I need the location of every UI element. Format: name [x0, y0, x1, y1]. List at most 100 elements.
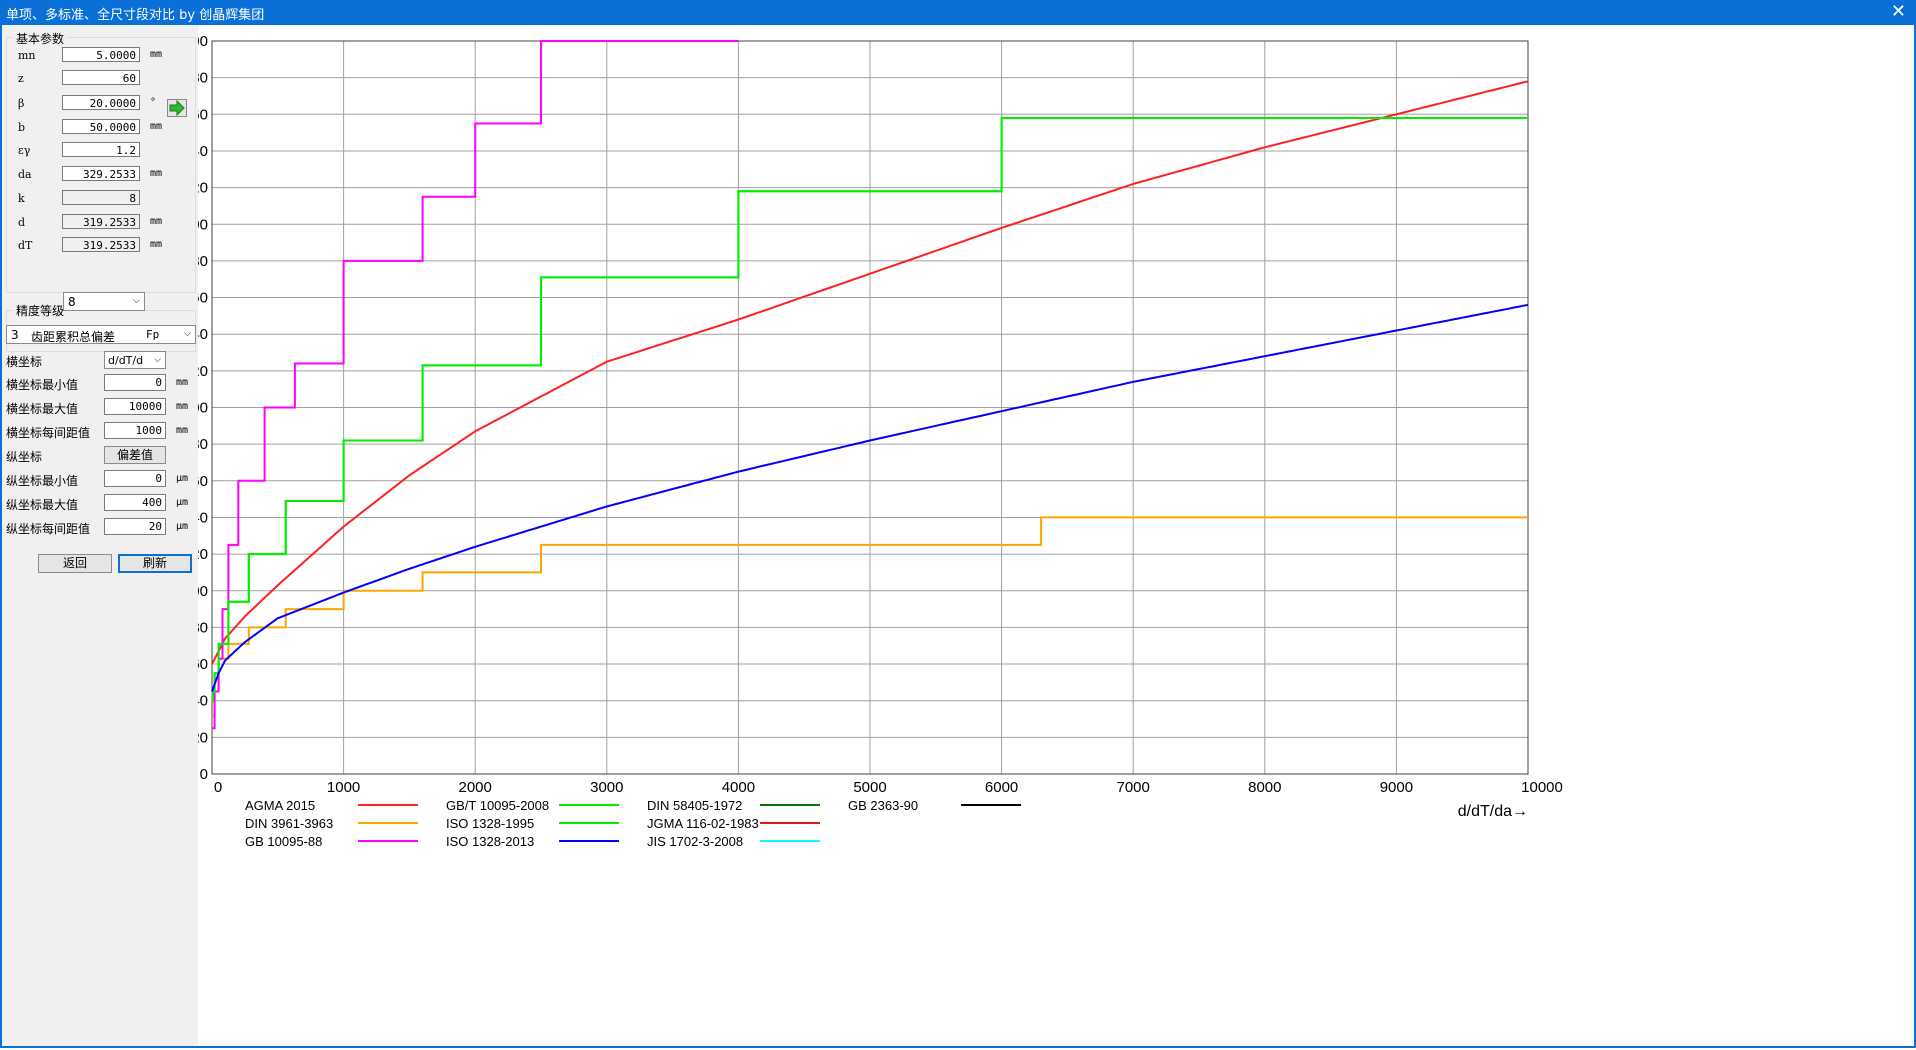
x-tick-label: 1000 — [327, 779, 360, 796]
item-select[interactable]: 3 齿距累积总偏差 Fp ⌵ — [6, 325, 196, 344]
y-tick-label: 280 — [198, 253, 208, 270]
y-tick-label: 60 — [198, 656, 208, 673]
item-number: 3 — [11, 328, 19, 342]
accuracy-title: 精度等级 — [14, 302, 67, 319]
x-step-unit: mm — [176, 425, 189, 436]
chevron-down-icon: ⌵ — [184, 329, 191, 339]
y-max-label: 纵坐标最大值 — [6, 498, 79, 512]
param-label: da — [18, 168, 32, 181]
y-tick-label: 20 — [198, 729, 208, 746]
param-value-field[interactable]: 60 — [62, 70, 140, 85]
param-row: β 20.0000 ° — [18, 95, 188, 113]
x-tick-label: 2000 — [459, 779, 492, 796]
x-tick-label: 7000 — [1117, 779, 1150, 796]
param-row: k8 — [18, 190, 188, 208]
param-value-field[interactable]: 329.2533 — [62, 166, 140, 181]
legend-label: ISO 1328-2013 — [446, 834, 534, 849]
arrow-right-icon — [169, 99, 185, 117]
param-value-field: 8 — [62, 190, 140, 205]
param-unit: mm — [150, 239, 163, 250]
x-tick-label: 10000 — [1521, 779, 1563, 796]
legend-label: GB 2363-90 — [848, 798, 918, 813]
param-unit: mm — [150, 49, 163, 60]
x-step-label: 横坐标每间距值 — [6, 426, 91, 440]
x-max-row: 横坐标最大值 10000 mm — [6, 398, 196, 418]
y-tick-label: 240 — [198, 326, 208, 343]
x-tick-label: 4000 — [722, 779, 755, 796]
param-label: mn — [18, 49, 36, 62]
accuracy-select[interactable]: 8 ⌵ — [63, 292, 145, 311]
apply-arrow-button[interactable] — [167, 99, 187, 117]
y-max-unit: μm — [176, 497, 189, 508]
y-step-row: 纵坐标每间距值 20 μm — [6, 518, 196, 538]
legend-label: GB 10095-88 — [245, 834, 322, 849]
accuracy-value: 8 — [68, 295, 76, 309]
param-unit: ° — [150, 97, 157, 108]
param-row: dT 319.2533 mm — [18, 237, 188, 255]
x-tick-label: 9000 — [1380, 779, 1413, 796]
param-row: da 329.2533 mm — [18, 166, 188, 184]
x-min-input[interactable]: 0 — [104, 374, 166, 391]
param-value-field: 319.2533 — [62, 214, 140, 229]
y-min-input[interactable]: 0 — [104, 470, 166, 487]
legend-label: JGMA 116-02-1983 — [647, 816, 759, 831]
y-max-input[interactable]: 400 — [104, 494, 166, 511]
chart-svg: 0 1000 2000 3000 4000 5000 6000 7000 8000 9000 100… — [167, 33, 1563, 849]
legend-label: JIS 1702-3-2008 — [647, 834, 743, 849]
y-tick-label: 180 — [198, 436, 208, 453]
y-tick-label: 400 — [198, 33, 208, 50]
x-tick-label: 3000 — [590, 779, 623, 796]
x-axis-select[interactable]: d/dT/d ⌵ — [104, 351, 166, 369]
param-value-field[interactable]: 5.0000 — [62, 47, 140, 62]
y-tick-label: 120 — [198, 546, 208, 563]
y-min-unit: μm — [176, 473, 189, 484]
param-unit: mm — [150, 168, 163, 179]
legend-label: DIN 3961-3963 — [245, 816, 333, 831]
basic-params-title: 基本参数 — [14, 30, 67, 47]
legend-label: GB/T 10095-2008 — [446, 798, 549, 813]
x-min-label: 横坐标最小值 — [6, 378, 79, 392]
y-tick-label: 360 — [198, 106, 208, 123]
y-step-label: 纵坐标每间距值 — [6, 522, 91, 536]
legend-label: DIN 58405-1972 — [647, 798, 742, 813]
x-axis-value: d/dT/d — [108, 354, 144, 367]
item-code: Fp — [146, 328, 160, 341]
y-tick-label: 340 — [198, 143, 208, 160]
param-label: z — [18, 72, 24, 85]
y-step-unit: μm — [176, 521, 189, 532]
param-row: mn 5.0000 mm — [18, 47, 188, 65]
y-tick-label: 40 — [198, 693, 208, 710]
param-row: εγ 1.2 — [18, 142, 188, 160]
y-tick-label: 100 — [198, 583, 208, 600]
y-tick-label: 140 — [198, 509, 208, 526]
y-tick-label: 380 — [198, 70, 208, 87]
param-value-field[interactable]: 50.0000 — [62, 119, 140, 134]
x-step-row: 横坐标每间距值 1000 mm — [6, 422, 196, 442]
param-value-field[interactable]: 1.2 — [62, 142, 140, 157]
title-bar: 单项、多标准、全尺寸段对比 by 创晶辉集团 ✕ — [0, 0, 1916, 25]
y-min-label: 纵坐标最小值 — [6, 474, 79, 488]
parameter-panel: 基本参数 mn 5.0000 mm z 60 β 20.0000 ° b 50.0000 mm εγ 1… — [2, 25, 198, 1046]
param-value-field: 319.2533 — [62, 237, 140, 252]
x-tick-label: 0 — [214, 779, 222, 796]
y-axis-row: 纵坐标 偏差值 — [6, 446, 196, 466]
x-axis-label: 横坐标 — [6, 355, 43, 369]
y-tick-label: 80 — [198, 619, 208, 636]
item-name: 齿距累积总偏差 — [31, 330, 116, 344]
x-max-input[interactable]: 10000 — [104, 398, 166, 415]
chevron-down-icon: ⌵ — [154, 355, 161, 365]
back-button[interactable]: 返回 — [38, 554, 112, 573]
y-tick-label: 200 — [198, 400, 208, 417]
y-step-input[interactable]: 20 — [104, 518, 166, 535]
x-tick-label: 5000 — [853, 779, 886, 796]
refresh-button[interactable]: 刷新 — [118, 554, 192, 573]
param-label: b — [18, 121, 26, 134]
y-axis-button[interactable]: 偏差值 — [104, 446, 166, 464]
x-tick-label: 8000 — [1248, 779, 1281, 796]
x-tick-label: 6000 — [985, 779, 1018, 796]
x-min-unit: mm — [176, 377, 189, 388]
close-icon[interactable]: ✕ — [1891, 1, 1906, 22]
param-unit: mm — [150, 121, 163, 132]
param-value-field[interactable]: 20.0000 — [62, 95, 140, 110]
x-step-input[interactable]: 1000 — [104, 422, 166, 439]
